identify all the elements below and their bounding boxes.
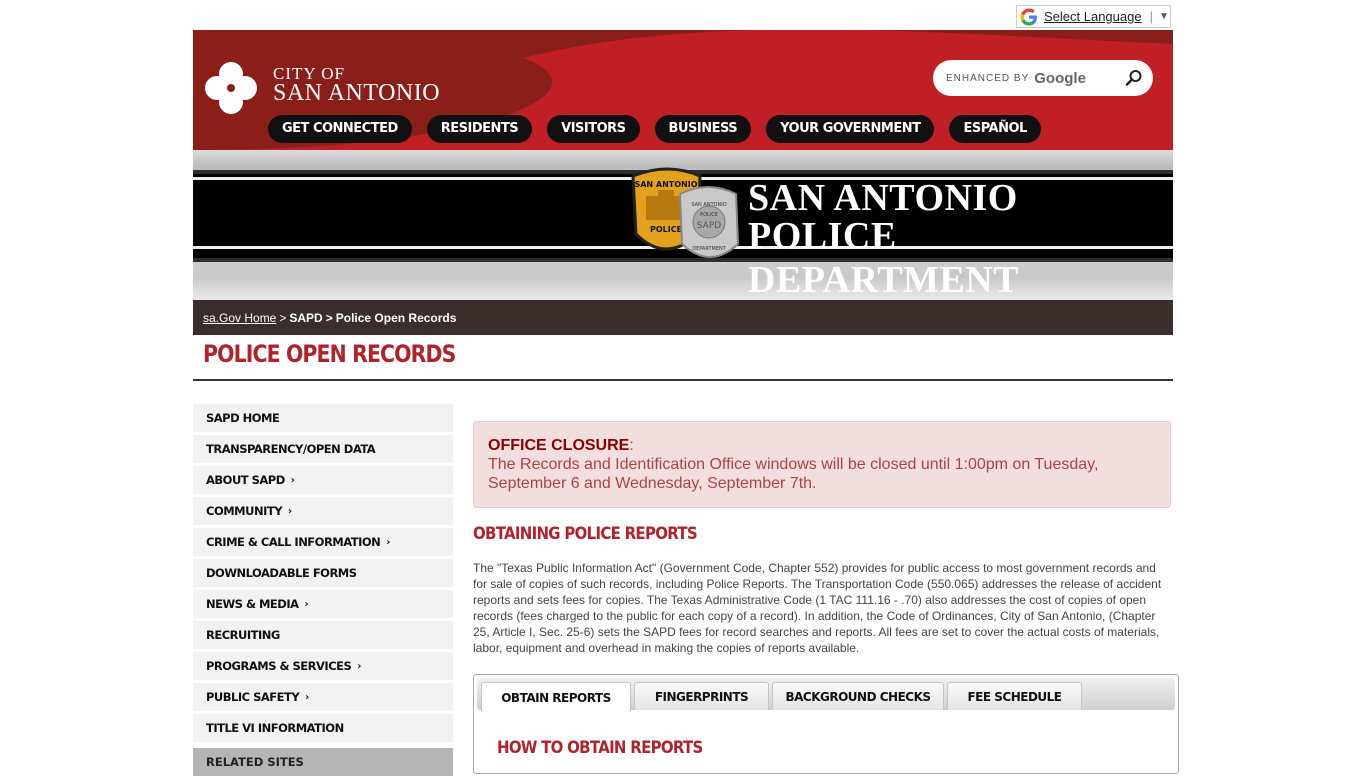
chevron-right-icon: ›: [386, 536, 390, 548]
badge-text-police: POLICE: [700, 212, 718, 218]
site-header: CITY OF SAN ANTONIO ENHANCED BY Google G…: [193, 30, 1173, 150]
sidebar-nav: SAPD HOME TRANSPARENCY/OPEN DATA ABOUT S…: [193, 404, 453, 776]
sidebar-item-public-safety[interactable]: PUBLIC SAFETY ›: [193, 683, 453, 711]
sidebar-item-about-sapd[interactable]: ABOUT SAPD ›: [193, 466, 453, 494]
intro-paragraph: The "Texas Public Information Act" (Gove…: [473, 561, 1162, 655]
tab-fee-schedule[interactable]: FEE SCHEDULE: [947, 682, 1082, 710]
breadcrumb-home-link[interactable]: sa.Gov Home: [203, 311, 276, 325]
language-separator: |: [1149, 9, 1153, 24]
sidebar-item-sapd-home[interactable]: SAPD HOME: [193, 404, 453, 432]
nav-visitors[interactable]: VISITORS: [547, 115, 640, 143]
section-title: OBTAINING POLICE REPORTS: [473, 524, 698, 544]
patch-bottom-text: POLICE: [650, 225, 682, 234]
sidebar-item-downloadable-forms[interactable]: DOWNLOADABLE FORMS: [193, 559, 453, 587]
sidebar-item-label: TITLE VI INFORMATION: [206, 721, 344, 735]
search-enhanced-by: ENHANCED BY: [946, 72, 1030, 84]
office-closure-alert: OFFICE CLOSURE: The Records and Identifi…: [473, 421, 1171, 508]
nav-espanol[interactable]: ESPAÑOL: [949, 115, 1041, 143]
sidebar-item-transparency[interactable]: TRANSPARENCY/OPEN DATA: [193, 435, 453, 463]
brand-san-antonio[interactable]: SAN ANTONIO: [273, 80, 440, 107]
tab-fingerprints[interactable]: FINGERPRINTS: [634, 682, 769, 710]
banner-title-line2: POLICE DEPARTMENT: [748, 215, 1020, 300]
breadcrumb-separator: >: [325, 310, 333, 325]
main-nav: GET CONNECTED RESIDENTS VISITORS BUSINES…: [268, 115, 1041, 143]
nav-your-government[interactable]: YOUR GOVERNMENT: [766, 115, 935, 143]
sidebar-item-label: CRIME & CALL INFORMATION: [206, 535, 381, 549]
breadcrumb-current: Police Open Records: [335, 310, 457, 325]
sidebar-item-label: COMMUNITY: [206, 504, 283, 518]
breadcrumb-separator: >: [279, 310, 287, 325]
city-logo-icon[interactable]: [203, 60, 259, 116]
badge-text-sapd: SAPD: [697, 221, 721, 231]
search-icon[interactable]: [1125, 69, 1143, 87]
nav-residents[interactable]: RESIDENTS: [426, 115, 533, 143]
tab-background-checks[interactable]: BACKGROUND CHECKS: [772, 682, 944, 710]
sidebar-item-programs-services[interactable]: PROGRAMS & SERVICES ›: [193, 652, 453, 680]
alert-heading: OFFICE CLOSURE: [488, 437, 630, 454]
sidebar-item-label: PUBLIC SAFETY: [206, 690, 300, 704]
records-tabs: OBTAIN REPORTS FINGERPRINTS BACKGROUND C…: [473, 674, 1179, 774]
chevron-right-icon: ›: [304, 598, 309, 610]
site-search[interactable]: ENHANCED BY Google: [933, 60, 1153, 96]
sapd-banner: SAN ANTONIO POLICE SAN ANTONIO POLICE SA…: [193, 150, 1173, 300]
nav-business[interactable]: BUSINESS: [654, 115, 752, 143]
alert-colon: :: [629, 437, 634, 454]
chevron-right-icon: ›: [305, 691, 309, 703]
breadcrumb: sa.Gov Home > SAPD > Police Open Records: [193, 300, 1173, 335]
search-input[interactable]: [1085, 69, 1100, 87]
chevron-right-icon: ›: [288, 505, 292, 517]
alert-message: The Records and Identification Office wi…: [488, 456, 1099, 492]
sidebar-item-title-vi[interactable]: TITLE VI INFORMATION: [193, 714, 453, 742]
badge-text-city: SAN ANTONIO: [691, 202, 726, 208]
title-divider: [193, 379, 1173, 381]
patch-top-text: SAN ANTONIO: [634, 180, 697, 189]
sidebar-item-news-media[interactable]: NEWS & MEDIA ›: [193, 590, 453, 618]
sidebar-item-label: DOWNLOADABLE FORMS: [206, 566, 357, 580]
page-title: POLICE OPEN RECORDS: [203, 340, 456, 368]
badge-text-department: DEPARTMENT: [692, 246, 727, 252]
police-badges-icon: SAN ANTONIO POLICE SAN ANTONIO POLICE SA…: [631, 167, 740, 258]
chevron-right-icon: ›: [357, 660, 361, 672]
nav-get-connected[interactable]: GET CONNECTED: [268, 115, 412, 143]
sidebar-item-recruiting[interactable]: RECRUITING: [193, 621, 453, 649]
sidebar-item-label: NEWS & MEDIA: [206, 597, 299, 611]
dropdown-arrow-icon[interactable]: ▼: [1159, 11, 1169, 22]
tab-obtain-reports[interactable]: OBTAIN REPORTS: [481, 682, 631, 712]
sidebar-item-label: SAPD HOME: [206, 411, 280, 425]
sidebar-item-community[interactable]: COMMUNITY ›: [193, 497, 453, 525]
sidebar-item-label: ABOUT SAPD: [206, 473, 285, 487]
sidebar-item-label: RECRUITING: [206, 628, 280, 642]
sidebar-item-label: TRANSPARENCY/OPEN DATA: [206, 442, 376, 456]
search-google-label: Google: [1034, 69, 1086, 87]
breadcrumb-sapd: SAPD: [289, 310, 323, 325]
language-selector[interactable]: Select Language | ▼: [1016, 5, 1171, 28]
google-icon: [1020, 7, 1037, 26]
sidebar-item-crime-call[interactable]: CRIME & CALL INFORMATION ›: [193, 528, 453, 556]
tab-panel-heading: HOW TO OBTAIN REPORTS: [497, 738, 703, 758]
related-sites-heading[interactable]: RELATED SITES: [193, 748, 453, 776]
sidebar-item-label: PROGRAMS & SERVICES: [206, 659, 352, 673]
language-label[interactable]: Select Language: [1044, 9, 1142, 24]
chevron-right-icon: ›: [290, 474, 295, 486]
